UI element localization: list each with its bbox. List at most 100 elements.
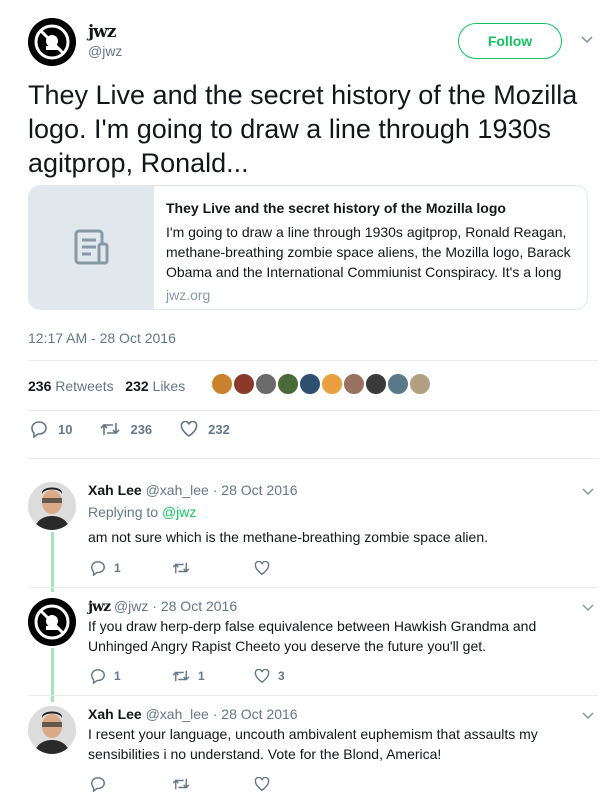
retweet-button[interactable]: 1: [172, 669, 254, 683]
reply-tweet[interactable]: Xah Lee @xah_lee · 28 Oct 2016 Replying …: [28, 482, 598, 582]
liker-avatar[interactable]: [320, 372, 344, 396]
reply-tweet[interactable]: jwz @jwz · 28 Oct 2016 If you draw herp-…: [28, 598, 598, 690]
reply-actions: 1 1 3: [90, 668, 336, 684]
reply-author-handle[interactable]: @jwz: [114, 598, 148, 614]
reply-date[interactable]: · 28 Oct 2016: [152, 598, 237, 614]
author-handle[interactable]: @jwz: [88, 43, 122, 59]
retweet-icon: [172, 562, 190, 574]
like-button[interactable]: 3: [254, 669, 336, 683]
reply-count: 10: [58, 421, 73, 437]
chevron-down-icon[interactable]: [582, 600, 594, 615]
liker-avatars: [210, 372, 432, 396]
reply-icon: [91, 669, 105, 684]
reply-text: I resent your language, uncouth ambivale…: [88, 726, 538, 762]
retweet-button[interactable]: 236: [100, 421, 152, 437]
reply-date[interactable]: · 28 Oct 2016: [213, 706, 298, 722]
liker-avatar[interactable]: [342, 372, 366, 396]
like-button[interactable]: [254, 561, 336, 575]
reply-icon: [91, 561, 105, 576]
reply-text: If you draw herp-derp false equivalence …: [88, 618, 537, 654]
avatar[interactable]: [28, 18, 76, 66]
liker-avatar[interactable]: [298, 372, 322, 396]
liker-avatar[interactable]: [364, 372, 388, 396]
retweet-count: 1: [198, 669, 205, 683]
reply-button[interactable]: [90, 776, 172, 792]
reply-icon: [31, 421, 47, 438]
card-domain: jwz.org: [166, 287, 211, 303]
heart-icon: [254, 777, 270, 791]
retweet-icon: [172, 670, 190, 682]
reply-author-handle[interactable]: @xah_lee: [146, 706, 209, 722]
replying-to-label: Replying to: [88, 504, 159, 520]
heart-icon: [254, 669, 270, 683]
chevron-down-icon[interactable]: [580, 32, 594, 48]
divider: [28, 458, 598, 459]
divider: [28, 587, 598, 588]
avatar[interactable]: [28, 482, 76, 530]
like-count: 232: [208, 421, 230, 437]
reply-header: jwz @jwz · 28 Oct 2016: [88, 598, 237, 615]
avatar[interactable]: [28, 598, 76, 646]
reply-date[interactable]: · 28 Oct 2016: [213, 482, 298, 498]
liker-avatar[interactable]: [408, 372, 432, 396]
heart-icon: [180, 421, 198, 437]
document-icon: [74, 229, 109, 265]
reply-author-name[interactable]: Xah Lee: [88, 706, 142, 722]
reply-text: am not sure which is the methane-breathi…: [88, 529, 488, 545]
liker-avatar[interactable]: [232, 372, 256, 396]
liker-avatar[interactable]: [276, 372, 300, 396]
liker-avatar[interactable]: [210, 372, 234, 396]
tweet-text: They Live and the secret history of the …: [28, 80, 578, 178]
retweets-count[interactable]: 236: [28, 378, 51, 394]
reply-button[interactable]: 1: [90, 560, 172, 576]
likes-count[interactable]: 232: [125, 378, 148, 394]
author-name[interactable]: jwz: [88, 22, 116, 42]
tweet-actions: 10 236 232: [30, 420, 258, 438]
reply-header: Xah Lee @xah_lee · 28 Oct 2016: [88, 706, 298, 722]
reply-actions: 1: [90, 560, 336, 576]
reply-actions: [90, 776, 336, 792]
reply-author-name[interactable]: Xah Lee: [88, 482, 142, 498]
reply-icon: [91, 777, 105, 792]
like-button[interactable]: [254, 777, 336, 791]
reply-author-handle[interactable]: @xah_lee: [146, 482, 209, 498]
reply-author-name[interactable]: jwz: [88, 599, 111, 615]
retweet-count: 236: [130, 421, 153, 437]
liker-avatar[interactable]: [254, 372, 278, 396]
retweet-icon: [172, 778, 190, 790]
heart-icon: [254, 561, 270, 575]
user-photo-icon: [28, 482, 76, 530]
avatar[interactable]: [28, 706, 76, 754]
chevron-down-icon[interactable]: [582, 708, 594, 723]
user-photo-icon: [28, 706, 76, 754]
no-entry-logo-icon: [28, 18, 76, 66]
reply-button[interactable]: 1: [90, 668, 172, 684]
tweet-timestamp[interactable]: 12:17 AM - 28 Oct 2016: [28, 330, 176, 346]
no-entry-logo-icon: [28, 598, 76, 646]
likes-label[interactable]: Likes: [153, 378, 186, 394]
replying-to-handle[interactable]: @jwz: [162, 504, 196, 520]
card-thumbnail: [29, 186, 154, 309]
tweet-header: jwz @jwz Follow: [28, 16, 594, 68]
liker-avatar[interactable]: [386, 372, 410, 396]
reply-count: 1: [114, 561, 121, 575]
chevron-down-icon[interactable]: [582, 484, 594, 499]
retweet-button[interactable]: [172, 777, 254, 791]
retweet-icon: [100, 423, 121, 435]
divider: [28, 410, 598, 411]
follow-button[interactable]: Follow: [458, 23, 562, 59]
like-count: 3: [278, 669, 285, 683]
reply-button[interactable]: 10: [30, 420, 72, 438]
link-card[interactable]: They Live and the secret history of the …: [28, 185, 588, 310]
card-title: They Live and the secret history of the …: [166, 200, 506, 216]
divider: [28, 360, 598, 361]
retweet-button[interactable]: [172, 561, 254, 575]
replying-to: Replying to @jwz: [88, 504, 196, 520]
tweet-stats: 236 Retweets 232 Likes: [28, 374, 185, 398]
reply-count: 1: [114, 669, 121, 683]
like-button[interactable]: 232: [180, 421, 230, 437]
card-description: I'm going to draw a line through 1930s a…: [166, 224, 571, 280]
retweets-label[interactable]: Retweets: [55, 378, 113, 394]
reply-header: Xah Lee @xah_lee · 28 Oct 2016: [88, 482, 298, 498]
reply-tweet[interactable]: Xah Lee @xah_lee · 28 Oct 2016 I resent …: [28, 706, 598, 799]
